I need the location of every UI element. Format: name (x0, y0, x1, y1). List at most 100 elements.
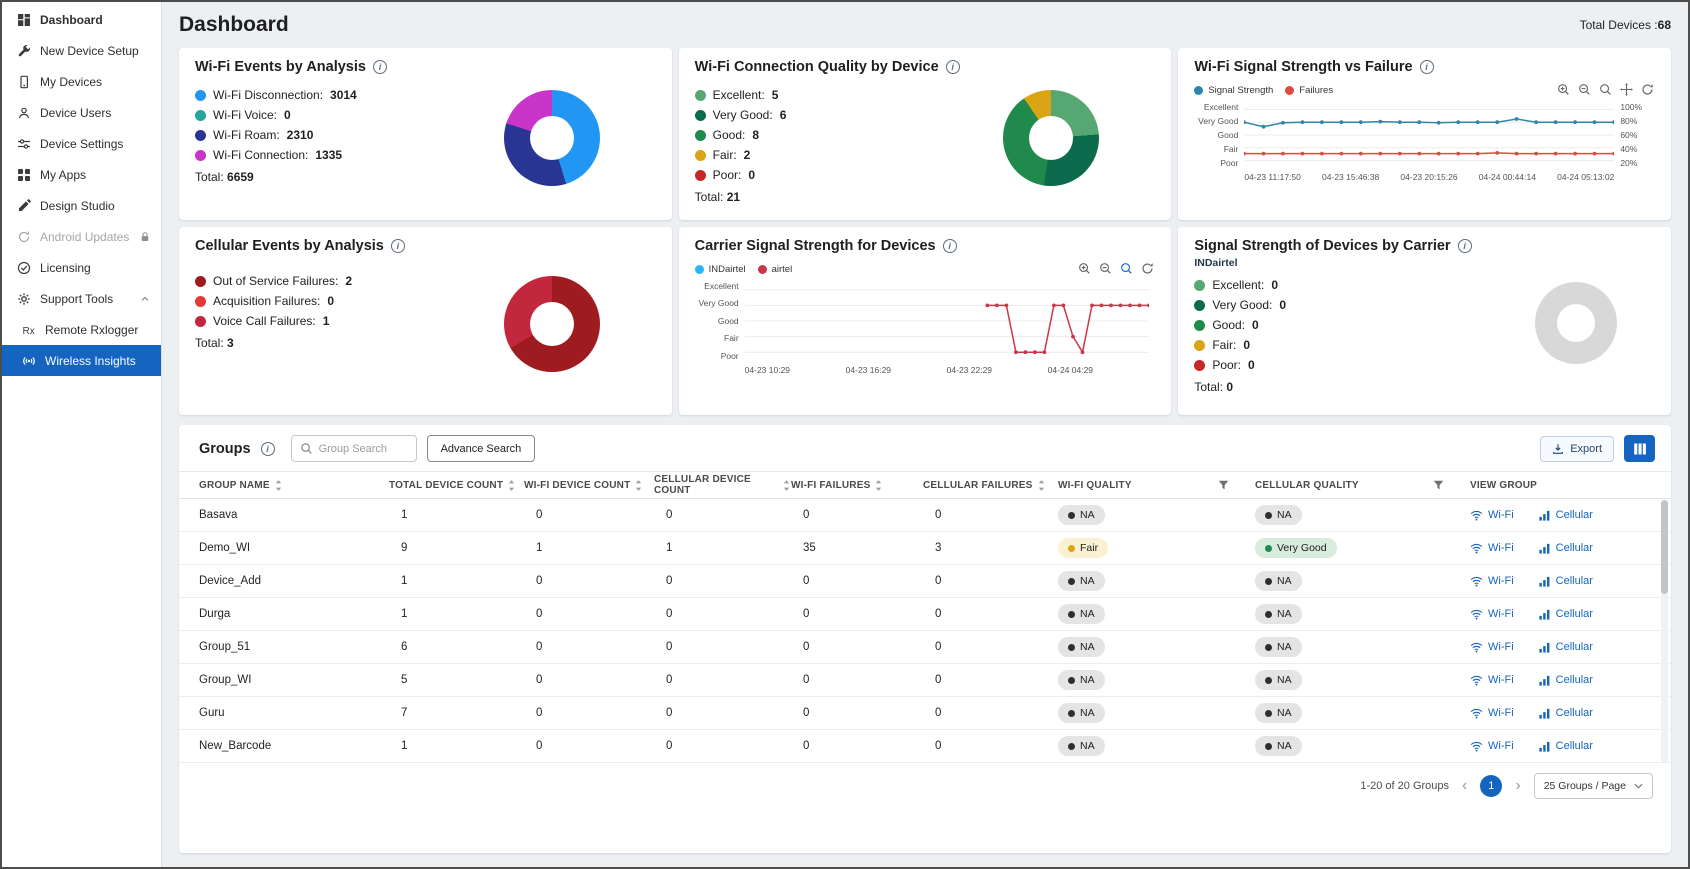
column-header-wifi-device-count[interactable]: WI-FI DEVICE COUNT (524, 480, 654, 491)
reset-zoom-icon[interactable] (1641, 83, 1655, 97)
view-wifi-link[interactable]: Wi-Fi (1470, 740, 1514, 753)
legend-item-failures[interactable]: Failures (1285, 85, 1333, 96)
view-wifi-link[interactable]: Wi-Fi (1470, 674, 1514, 687)
legend-item-airtel[interactable]: airtel (758, 264, 793, 275)
filter-icon[interactable] (1433, 480, 1444, 491)
sidebar-item-remote-rxlogger[interactable]: Rx Remote Rxlogger (2, 314, 161, 345)
reset-zoom-icon[interactable] (1141, 262, 1155, 276)
filter-icon[interactable] (1218, 480, 1229, 491)
wifi-quality-donut-chart[interactable] (1003, 90, 1099, 186)
cellular-events-donut-chart[interactable] (504, 276, 600, 372)
column-header-cellular-failures[interactable]: CELLULAR FAILURES (923, 480, 1058, 491)
column-header-wifi-failures[interactable]: WI-FI FAILURES (791, 480, 923, 491)
export-button[interactable]: Export (1540, 436, 1614, 462)
column-header-wifi-quality[interactable]: WI-FI QUALITY (1058, 480, 1255, 491)
sidebar-item-device-settings[interactable]: Device Settings (2, 128, 161, 159)
view-cellular-link[interactable]: Cellular (1538, 707, 1593, 720)
scrollbar-thumb[interactable] (1661, 500, 1668, 594)
sidebar-item-android-updates[interactable]: Android Updates (2, 221, 161, 252)
column-header-group-name[interactable]: GROUP NAME (199, 480, 389, 491)
card-title: Wi-Fi Events by Analysis (195, 59, 366, 75)
advance-search-button[interactable]: Advance Search (427, 435, 536, 462)
zoom-out-icon[interactable] (1099, 262, 1113, 276)
view-cellular-link[interactable]: Cellular (1538, 674, 1593, 687)
sort-icon[interactable] (634, 480, 643, 491)
group-search-input[interactable] (319, 443, 408, 455)
zoom-out-icon[interactable] (1578, 83, 1592, 97)
card-signal-strength-by-carrier: Signal Strength of Devices by Carrieri I… (1178, 227, 1671, 415)
table-scrollbar[interactable] (1661, 500, 1668, 763)
info-icon[interactable]: i (943, 239, 957, 253)
column-header-cellular-device-count[interactable]: CELLULAR DEVICE COUNT (654, 474, 791, 496)
view-wifi-link[interactable]: Wi-Fi (1470, 707, 1514, 720)
legend-item-indairtel[interactable]: INDairtel (695, 264, 746, 275)
view-cellular-link[interactable]: Cellular (1538, 740, 1593, 753)
sort-icon[interactable] (507, 480, 516, 491)
selection-zoom-icon[interactable] (1599, 83, 1613, 97)
sidebar-item-dashboard[interactable]: Dashboard (2, 4, 161, 35)
cellular-quality-badge: NA (1255, 637, 1302, 657)
group-name-cell: New_Barcode (199, 740, 389, 752)
wifi-failures-cell: 35 (791, 542, 923, 554)
sort-icon[interactable] (782, 480, 791, 491)
sort-icon[interactable] (1037, 480, 1046, 491)
view-wifi-link[interactable]: Wi-Fi (1470, 641, 1514, 654)
zoom-in-icon[interactable] (1557, 83, 1571, 97)
sidebar-item-design-studio[interactable]: Design Studio (2, 190, 161, 221)
y-tick: Excellent (695, 282, 739, 291)
badge-label: NA (1080, 509, 1095, 521)
link-label: Cellular (1556, 707, 1593, 719)
columns-button[interactable] (1624, 435, 1655, 462)
view-wifi-link[interactable]: Wi-Fi (1470, 575, 1514, 588)
sort-icon[interactable] (274, 480, 283, 491)
wifi-failures-cell: 0 (791, 740, 923, 752)
view-cellular-link[interactable]: Cellular (1538, 509, 1593, 522)
column-label: TOTAL DEVICE COUNT (389, 480, 503, 491)
view-cellular-link[interactable]: Cellular (1538, 641, 1593, 654)
sidebar-item-my-devices[interactable]: My Devices (2, 66, 161, 97)
previous-page-chevron[interactable]: ‹ (1462, 778, 1467, 794)
info-icon[interactable]: i (373, 60, 387, 74)
legend-item: Wi-Fi Connection:1335 (195, 148, 504, 162)
info-icon[interactable]: i (261, 442, 275, 456)
view-wifi-link[interactable]: Wi-Fi (1470, 608, 1514, 621)
badge-label: NA (1277, 575, 1292, 587)
selection-zoom-icon[interactable] (1120, 262, 1134, 276)
view-cellular-link[interactable]: Cellular (1538, 608, 1593, 621)
legend-item: Out of Service Failures:2 (195, 274, 504, 288)
info-icon[interactable]: i (946, 60, 960, 74)
rx-icon: Rx (21, 322, 37, 338)
column-header-view-group: VIEW GROUP (1470, 480, 1657, 491)
cellular-bars-icon (1538, 575, 1551, 588)
view-wifi-link[interactable]: Wi-Fi (1470, 542, 1514, 555)
info-icon[interactable]: i (391, 239, 405, 253)
sidebar-item-support-tools[interactable]: Support Tools (2, 283, 161, 314)
next-page-chevron[interactable]: › (1515, 778, 1520, 794)
sidebar-item-wireless-insights[interactable]: Wireless Insights (2, 345, 161, 376)
sort-icon[interactable] (874, 480, 883, 491)
wifi-events-donut-chart[interactable] (504, 90, 600, 186)
legend-item: Voice Call Failures:1 (195, 314, 504, 328)
view-cellular-link[interactable]: Cellular (1538, 542, 1593, 555)
legend-item-signal-strength[interactable]: Signal Strength (1194, 85, 1273, 96)
column-header-total-device-count[interactable]: TOTAL DEVICE COUNT (389, 480, 524, 491)
page-size-select[interactable]: 25 Groups / Page (1534, 773, 1653, 799)
carrier-signal-line-chart[interactable] (745, 282, 1149, 360)
pan-icon[interactable] (1620, 83, 1634, 97)
info-icon[interactable]: i (1420, 60, 1434, 74)
sidebar-item-my-apps[interactable]: My Apps (2, 159, 161, 190)
sidebar-item-licensing[interactable]: Licensing (2, 252, 161, 283)
zoom-in-icon[interactable] (1078, 262, 1092, 276)
column-header-cellular-quality[interactable]: CELLULAR QUALITY (1255, 480, 1470, 491)
view-wifi-link[interactable]: Wi-Fi (1470, 509, 1514, 522)
sidebar-item-new-device-setup[interactable]: New Device Setup (2, 35, 161, 66)
view-cellular-link[interactable]: Cellular (1538, 575, 1593, 588)
signal-failure-line-chart[interactable] (1244, 103, 1614, 167)
sidebar-item-device-users[interactable]: Device Users (2, 97, 161, 128)
view-group-cell: Wi-Fi Cellular (1470, 542, 1657, 555)
chevron-up-icon[interactable] (139, 293, 151, 305)
info-icon[interactable]: i (1458, 239, 1472, 253)
current-page-button[interactable]: 1 (1480, 775, 1502, 797)
apps-grid-icon (16, 167, 32, 183)
carrier-strength-donut-chart[interactable] (1535, 282, 1617, 364)
